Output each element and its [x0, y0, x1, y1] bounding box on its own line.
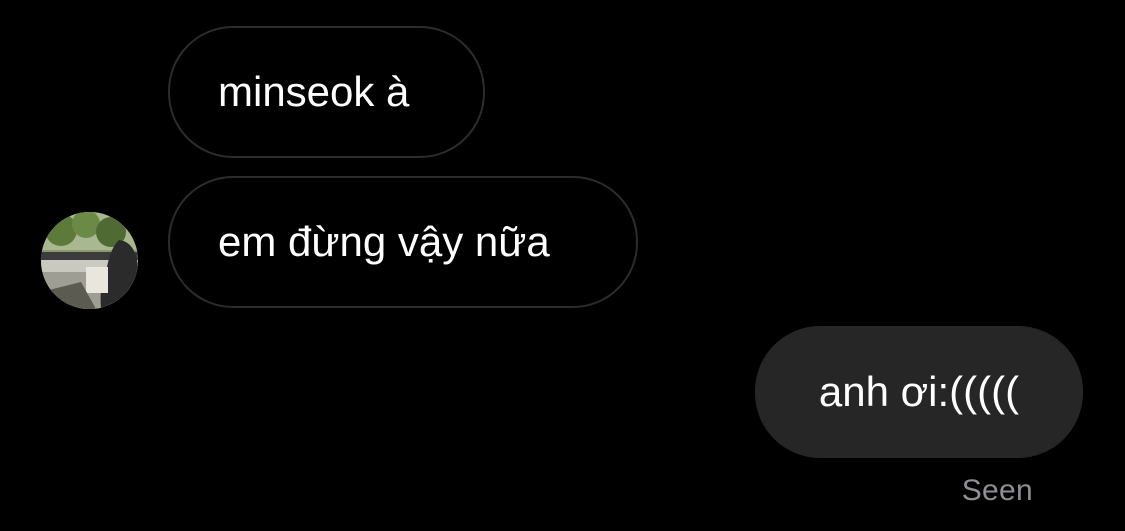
message-thread: minseok à em đừng vậy nữa anh ơi:((((( S…	[0, 0, 1125, 531]
message-text: anh ơi:(((((	[818, 368, 1020, 415]
profile-photo-icon	[41, 212, 138, 309]
message-text: em đừng vậy nữa	[218, 218, 550, 265]
sender-avatar[interactable]	[41, 212, 138, 309]
outgoing-message-bubble[interactable]: anh ơi:(((((	[755, 326, 1083, 458]
incoming-message-bubble[interactable]: em đừng vậy nữa	[168, 176, 638, 308]
read-receipt: Seen	[961, 474, 1033, 507]
incoming-message-bubble[interactable]: minseok à	[168, 26, 485, 158]
message-text: minseok à	[218, 68, 410, 115]
